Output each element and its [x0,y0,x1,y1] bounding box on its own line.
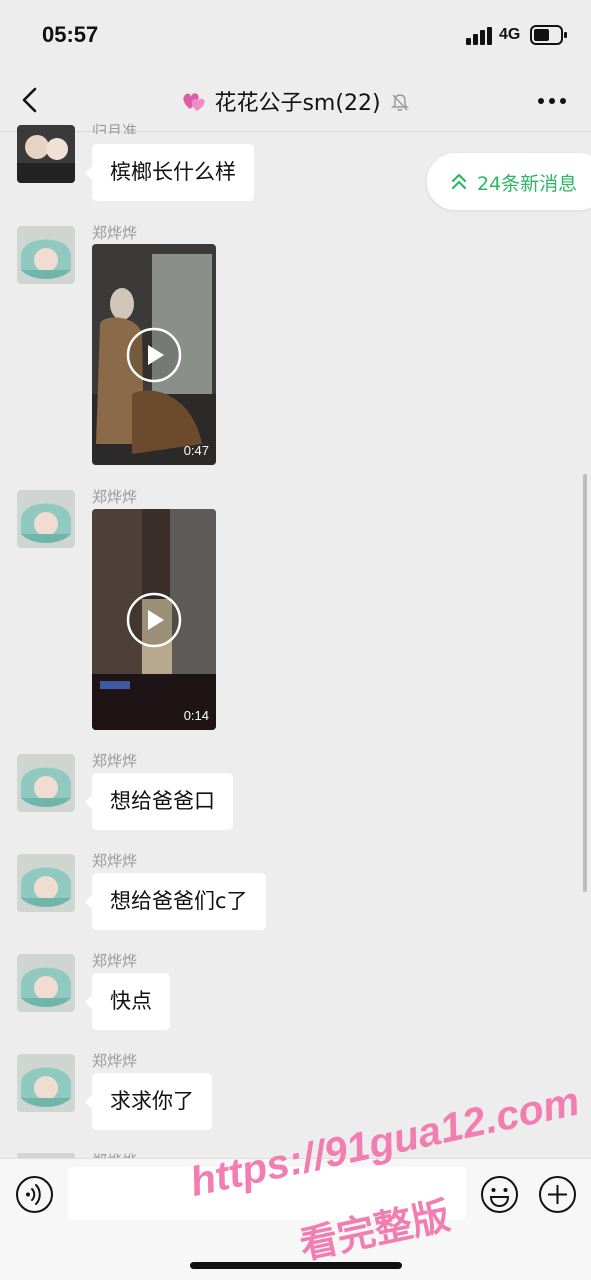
message-input[interactable] [68,1167,466,1220]
battery-icon [530,25,567,45]
scrollbar[interactable] [583,474,587,892]
avatar[interactable] [17,954,75,1012]
home-indicator [190,1262,402,1269]
sender-name: 郑烨烨 [92,1150,137,1158]
sender-name: 郑烨烨 [92,852,138,870]
play-icon[interactable] [125,591,183,649]
text-bubble[interactable]: 槟榔长什么样 [85,144,254,201]
input-bar [0,1158,591,1280]
network-type: 4G [499,26,521,43]
status-time: 05:57 [42,22,99,47]
avatar[interactable] [17,1054,75,1112]
sender-name: 郑烨烨 [92,224,138,242]
text-bubble[interactable]: 想给爸爸口 [85,773,233,830]
text-bubble[interactable]: 求求你了 [85,1073,212,1130]
avatar[interactable] [17,854,75,912]
signal-icon [466,27,492,45]
avatar-photo [17,954,75,1012]
new-messages-label: 24条新消息 [477,173,578,195]
video-message[interactable]: 0:47 [92,244,216,465]
sender-name: 郑烨烨 [92,752,138,770]
avatar-photo [17,226,75,284]
avatar-photo [17,854,75,912]
chat-title: 花花公子sm(22) [0,85,591,117]
status-bar: 05:57 4G [0,0,591,70]
voice-icon[interactable] [15,1175,54,1214]
plus-icon[interactable] [538,1175,577,1214]
avatar[interactable] [17,125,75,183]
avatar-photo [17,490,75,548]
video-message[interactable]: 0:14 [92,509,216,730]
more-icon[interactable] [537,96,567,106]
video-duration: 0:14 [183,708,209,723]
video-duration: 0:47 [183,443,209,458]
text-bubble[interactable]: 想给爸爸们c了 [85,873,266,930]
chat-title-text: 花花公子sm(22) [214,91,381,116]
double-chevron-up-icon [451,173,467,190]
chat-header: 花花公子sm(22) [0,70,591,132]
avatar-photo [17,1054,75,1112]
sender-name: 郑烨烨 [92,1052,138,1070]
avatar[interactable] [17,490,75,548]
avatar[interactable] [17,754,75,812]
avatar-photo [17,125,75,183]
sender-name: 郑烨烨 [92,488,138,506]
emoji-icon[interactable] [480,1175,519,1214]
new-messages-button[interactable]: 24条新消息 [427,153,591,210]
heart-icon [183,93,206,111]
sender-name: 郑烨烨 [92,952,138,970]
sender-name: 归月准 [92,122,138,134]
avatar-photo [17,754,75,812]
avatar[interactable] [17,226,75,284]
text-bubble[interactable]: 快点 [85,973,170,1030]
play-icon[interactable] [125,326,183,384]
mute-bell-icon [390,94,409,111]
